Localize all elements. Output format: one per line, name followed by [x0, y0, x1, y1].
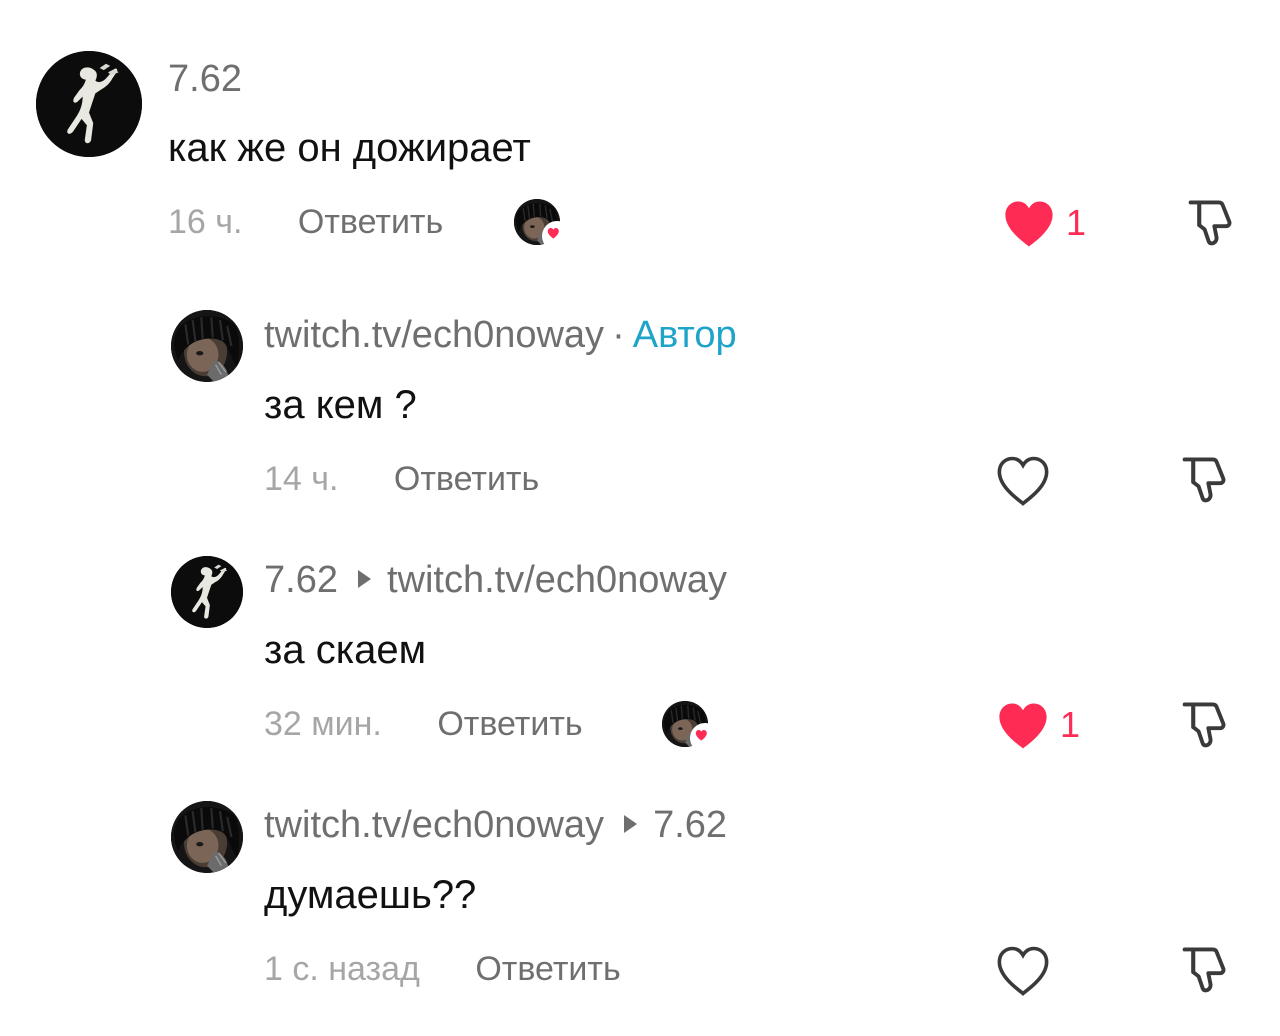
comment-meta: 1 с. назад Ответить: [264, 952, 621, 986]
thumbs-down-icon: [1176, 698, 1232, 754]
reply-button[interactable]: Ответить: [437, 705, 582, 743]
separator: ·: [612, 314, 625, 356]
heart-icon: [690, 723, 720, 753]
dark-portrait-icon: [171, 310, 243, 382]
comment-username[interactable]: twitch.tv/ech0noway: [264, 804, 604, 846]
reply-arrow-icon: [624, 814, 638, 833]
comment-username[interactable]: 7.62: [264, 559, 338, 601]
comment-username-line: twitch.tv/ech0noway 7.62: [264, 806, 727, 844]
reply-arrow-icon: [357, 569, 371, 588]
comment-meta: 14 ч. Ответить: [264, 462, 539, 496]
like-button[interactable]: [996, 701, 1050, 751]
reply-button[interactable]: Ответить: [394, 460, 539, 498]
like-button[interactable]: [996, 946, 1050, 996]
heart-filled-icon: [996, 701, 1050, 751]
comment-text: за скаем: [264, 628, 427, 672]
reply-item: twitch.tv/ech0noway 7.62 думаешь?? 1 с. н…: [0, 0, 1280, 240]
reply-to-username[interactable]: twitch.tv/ech0noway: [387, 559, 727, 601]
dark-portrait-icon: [171, 801, 243, 873]
avatar[interactable]: [171, 556, 243, 628]
dislike-button[interactable]: [1176, 453, 1232, 509]
like-count: 1: [1060, 704, 1081, 745]
avatar[interactable]: [171, 310, 243, 382]
thumbs-down-icon: [1176, 453, 1232, 509]
heart-outline-icon: [996, 456, 1050, 506]
reply-to-username[interactable]: 7.62: [653, 804, 727, 846]
like-button[interactable]: [996, 456, 1050, 506]
dancing-figure-icon: [171, 556, 243, 628]
reply-button[interactable]: Ответить: [475, 950, 620, 988]
comment-username[interactable]: twitch.tv/ech0noway: [264, 314, 604, 356]
comment-username-line: twitch.tv/ech0noway · Автор: [264, 316, 737, 354]
comment-time: 14 ч.: [264, 460, 339, 498]
dislike-button[interactable]: [1176, 943, 1232, 999]
comment-username-line: 7.62 twitch.tv/ech0noway: [264, 561, 727, 599]
creator-liked-badge: [662, 701, 720, 753]
comment-meta: 32 мин. Ответить: [264, 707, 583, 741]
comment-time: 1 с. назад: [264, 950, 420, 988]
heart-badge: [690, 723, 720, 753]
heart-outline-icon: [996, 946, 1050, 996]
thumbs-down-icon: [1176, 943, 1232, 999]
comment-time: 32 мин.: [264, 705, 382, 743]
comment-text: за кем ?: [264, 383, 417, 427]
author-badge: Автор: [632, 314, 737, 356]
comment-text: думаешь??: [264, 873, 477, 917]
dislike-button[interactable]: [1176, 698, 1232, 754]
avatar[interactable]: [171, 801, 243, 873]
